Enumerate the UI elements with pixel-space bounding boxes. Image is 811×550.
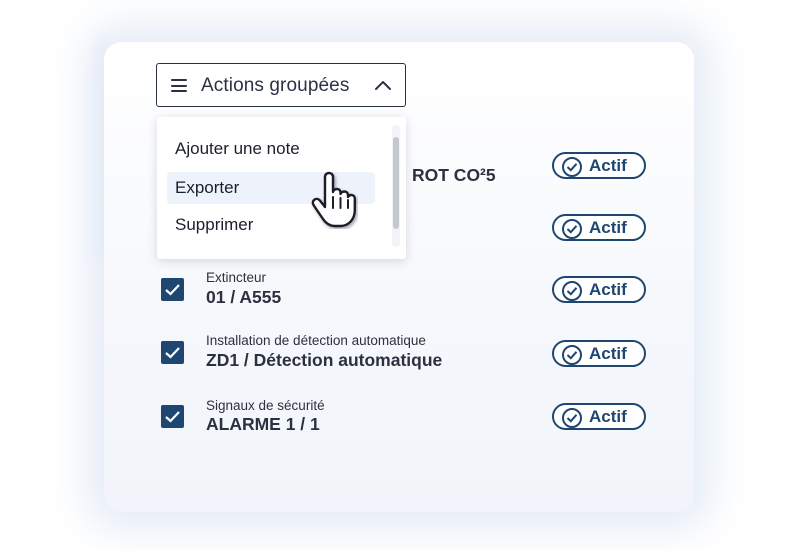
hand-pointer-icon <box>311 171 356 228</box>
status-text: Actif <box>589 407 627 426</box>
menu-scrollbar-thumb[interactable] <box>393 137 399 229</box>
check-icon <box>165 284 180 296</box>
check-circle-icon <box>562 219 582 239</box>
list-row[interactable]: Extincteur 01 / A555 Actif <box>156 270 651 320</box>
status-badge: Actif <box>552 403 646 430</box>
row-identifier: ALARME 1 / 1 <box>206 414 320 434</box>
status-badge: Actif <box>552 214 646 241</box>
check-icon <box>165 347 180 359</box>
check-circle-icon <box>562 281 582 301</box>
row-identifier: 01 / A555 <box>206 287 282 307</box>
status-badge: Actif <box>552 340 646 367</box>
status-text: Actif <box>589 280 627 299</box>
status-text: Actif <box>589 344 627 363</box>
row-identifier: ZD1 / Détection automatique <box>206 350 443 370</box>
bulk-actions-label: Actions groupées <box>201 75 350 96</box>
row-checkbox[interactable] <box>161 341 184 364</box>
row-category: Signaux de sécurité <box>206 398 325 413</box>
list-row[interactable]: Installation de détection automatique ZD… <box>156 333 651 383</box>
status-text: Actif <box>589 156 627 175</box>
check-icon <box>165 411 180 423</box>
menu-item-add-note[interactable]: Ajouter une note <box>167 133 375 165</box>
check-circle-icon <box>562 345 582 365</box>
row-identifier: ROT CO²5 <box>412 165 496 185</box>
list-row[interactable]: Signaux de sécurité ALARME 1 / 1 Actif <box>156 398 651 448</box>
chevron-up-icon <box>375 81 391 90</box>
hamburger-menu-icon <box>171 79 187 92</box>
row-category: Extincteur <box>206 270 267 285</box>
row-checkbox[interactable] <box>161 278 184 301</box>
screen: Actions groupées ROT CO²5 Actif Actif Ex… <box>0 0 811 550</box>
check-circle-icon <box>562 408 582 428</box>
row-category: Installation de détection automatique <box>206 333 426 348</box>
bulk-actions-menu: Ajouter une note Exporter Supprimer <box>157 117 406 259</box>
bulk-actions-button[interactable]: Actions groupées <box>156 63 406 107</box>
check-circle-icon <box>562 157 582 177</box>
status-badge: Actif <box>552 152 646 179</box>
row-checkbox[interactable] <box>161 405 184 428</box>
status-text: Actif <box>589 218 627 237</box>
status-badge: Actif <box>552 276 646 303</box>
